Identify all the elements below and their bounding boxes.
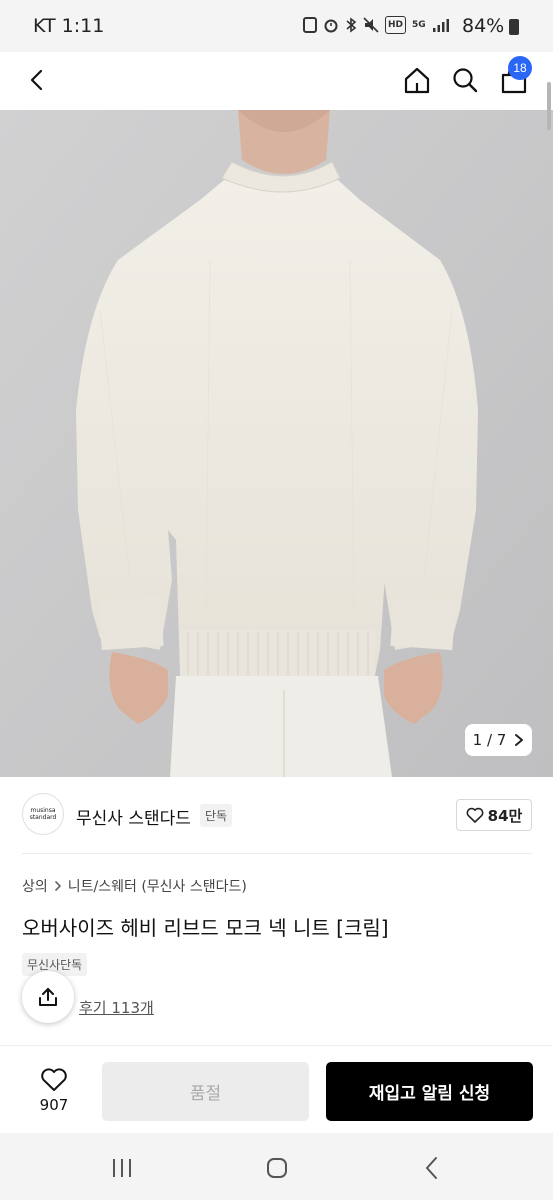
network-type-icon: 5G — [412, 19, 426, 30]
sold-out-button: 품절 — [102, 1062, 309, 1121]
review-link[interactable]: 후기 113개 — [79, 997, 154, 1018]
brand-row: musinsa standard 무신사 스탠다드 단독 84만 — [0, 790, 553, 852]
wishlist-count: 907 — [39, 1095, 69, 1114]
recent-apps-button[interactable] — [102, 1153, 142, 1183]
battery-percentage: 84% — [462, 15, 505, 37]
search-button[interactable] — [445, 60, 485, 100]
image-counter[interactable]: 1 / 7 — [465, 724, 532, 756]
product-title: 오버사이즈 헤비 리브드 모크 넥 니트 [크림] — [22, 916, 389, 940]
scrollbar-thumb[interactable] — [547, 82, 551, 130]
search-icon — [453, 68, 478, 93]
brand-name-link[interactable]: 무신사 스탠다드 — [76, 804, 191, 829]
wishlist-button[interactable]: 907 — [18, 1062, 90, 1118]
bottom-action-bar: 907 품절 재입고 알림 신청 — [0, 1045, 553, 1133]
product-photo — [0, 110, 553, 777]
chevron-right-icon — [515, 734, 524, 746]
status-bar: KT 1:11 HD 5G 84% — [0, 0, 553, 52]
image-counter-text: 1 / 7 — [472, 731, 507, 749]
brand-like-count: 84만 — [487, 806, 523, 825]
section-divider — [22, 853, 532, 854]
app-notification-icon — [303, 17, 317, 33]
recent-apps-icon — [113, 1159, 131, 1177]
brand-logo-line2: standard — [29, 814, 57, 821]
alarm-icon — [323, 16, 339, 34]
chevron-left-icon — [426, 1157, 437, 1179]
breadcrumb-subcategory[interactable]: 니트/스웨터 (무신사 스탠다드) — [68, 876, 247, 896]
product-image[interactable] — [0, 110, 553, 777]
system-back-button[interactable] — [412, 1153, 452, 1183]
mute-icon — [363, 16, 379, 34]
top-navigation: 18 — [0, 52, 553, 110]
cart-button[interactable]: 18 — [494, 56, 534, 100]
heart-icon — [41, 1067, 67, 1091]
brand-logo[interactable]: musinsa standard — [22, 793, 64, 835]
brand-exclusive-badge: 단독 — [200, 804, 233, 827]
system-navigation-bar — [0, 1133, 553, 1200]
bluetooth-icon — [345, 16, 357, 34]
breadcrumb: 상의 니트/스웨터 (무신사 스탠다드) — [22, 876, 247, 896]
home-circle-icon — [267, 1158, 287, 1178]
signal-icon — [432, 16, 450, 34]
restock-alert-button[interactable]: 재입고 알림 신청 — [326, 1062, 533, 1121]
breadcrumb-category[interactable]: 상의 — [22, 876, 48, 896]
home-icon — [404, 67, 430, 94]
home-button[interactable] — [397, 60, 437, 100]
cart-count-badge: 18 — [508, 56, 532, 80]
back-button[interactable] — [18, 60, 58, 100]
chevron-right-icon — [54, 881, 61, 891]
chevron-left-icon — [30, 69, 43, 91]
share-button[interactable] — [22, 971, 74, 1023]
status-icons: HD 5G — [303, 16, 450, 34]
status-time: KT 1:11 — [33, 15, 105, 37]
system-home-button[interactable] — [257, 1153, 297, 1183]
brand-like-button[interactable]: 84만 — [456, 799, 532, 831]
share-icon — [39, 988, 57, 1006]
brand-logo-line1: musinsa — [30, 807, 56, 814]
battery-icon — [509, 19, 519, 35]
hd-voice-icon: HD — [385, 16, 407, 34]
heart-icon — [466, 807, 484, 823]
